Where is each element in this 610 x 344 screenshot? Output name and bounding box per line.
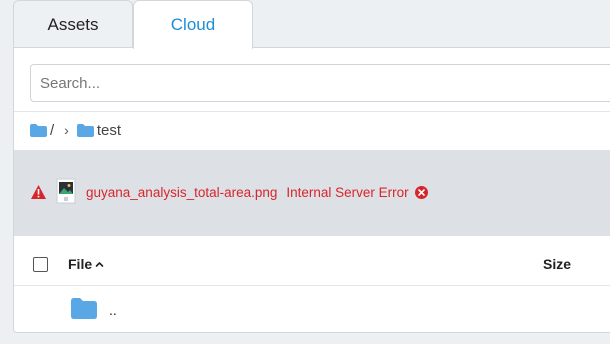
parent-directory-label: ..: [109, 302, 117, 318]
sort-ascending-icon: [95, 261, 104, 267]
close-circle-icon[interactable]: [414, 186, 428, 199]
column-size-header[interactable]: Size: [543, 256, 571, 272]
breadcrumb-root[interactable]: /: [50, 122, 54, 139]
column-file-label: File: [68, 256, 93, 272]
folder-icon[interactable]: [30, 123, 47, 137]
breadcrumb: / › test: [30, 121, 121, 139]
error-status: Internal Server Error: [286, 185, 409, 200]
folder-icon: [71, 298, 97, 319]
divider: [14, 111, 610, 112]
search-input[interactable]: [30, 64, 610, 102]
tab-cloud[interactable]: Cloud: [133, 0, 253, 49]
table-row[interactable]: ..: [14, 287, 610, 333]
tab-assets[interactable]: Assets: [13, 0, 133, 48]
error-filename: guyana_analysis_total-area.png: [86, 185, 278, 200]
column-file-header[interactable]: File: [68, 256, 104, 272]
breadcrumb-current[interactable]: test: [97, 122, 121, 139]
select-all-checkbox[interactable]: [33, 257, 48, 272]
cloud-panel: / › test guyana_analysis_total-area.png …: [13, 47, 610, 333]
upload-error-row: guyana_analysis_total-area.png Internal …: [14, 150, 610, 236]
table-header: File Size: [14, 236, 610, 286]
image-file-icon: [56, 178, 76, 204]
breadcrumb-separator: ›: [64, 122, 69, 138]
warning-icon: [31, 185, 46, 199]
error-message: guyana_analysis_total-area.png Internal …: [86, 185, 428, 200]
tab-bar: Assets Cloud: [13, 0, 253, 49]
folder-icon: [76, 123, 94, 137]
